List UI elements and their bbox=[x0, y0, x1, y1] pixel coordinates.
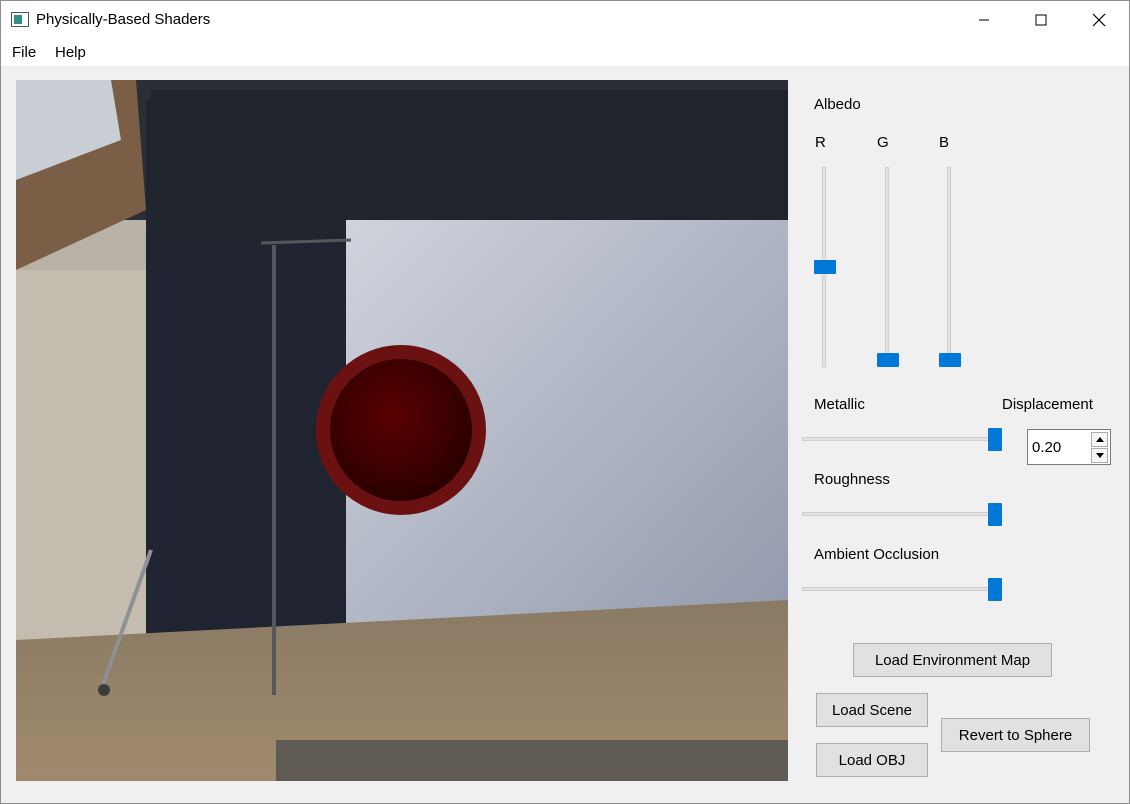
spin-down-button[interactable] bbox=[1091, 448, 1108, 463]
metallic-slider-thumb[interactable] bbox=[988, 428, 1002, 451]
metallic-track[interactable] bbox=[802, 437, 998, 441]
albedo-b-label: B bbox=[939, 134, 950, 151]
load-obj-button[interactable]: Load OBJ bbox=[816, 743, 928, 777]
maximize-button[interactable] bbox=[1012, 1, 1070, 38]
menu-bar: File Help bbox=[1, 38, 1129, 66]
spin-up-button[interactable] bbox=[1091, 432, 1108, 447]
app-window: Physically-Based Shaders File Help Albed… bbox=[0, 0, 1130, 804]
minimize-button[interactable] bbox=[955, 1, 1013, 38]
minimize-icon bbox=[979, 19, 989, 20]
displacement-value[interactable]: 0.20 bbox=[1032, 439, 1061, 456]
roughness-track[interactable] bbox=[802, 512, 998, 516]
albedo-g-label: G bbox=[877, 134, 889, 151]
scene-render bbox=[16, 80, 788, 781]
render-viewport[interactable] bbox=[16, 80, 788, 781]
albedo-r-slider-thumb[interactable] bbox=[814, 260, 836, 274]
albedo-b-track[interactable] bbox=[947, 167, 951, 367]
title-bar: Physically-Based Shaders bbox=[1, 1, 1129, 38]
close-button[interactable] bbox=[1070, 1, 1128, 38]
ao-track[interactable] bbox=[802, 587, 998, 591]
albedo-g-track[interactable] bbox=[885, 167, 889, 367]
displacement-spinbox[interactable]: 0.20 bbox=[1027, 429, 1111, 465]
load-environment-map-button[interactable]: Load Environment Map bbox=[853, 643, 1052, 677]
albedo-g-slider-thumb[interactable] bbox=[877, 353, 899, 367]
close-icon bbox=[1092, 13, 1106, 26]
roughness-slider-thumb[interactable] bbox=[988, 503, 1002, 526]
load-scene-button[interactable]: Load Scene bbox=[816, 693, 928, 727]
app-icon bbox=[11, 12, 29, 27]
window-title: Physically-Based Shaders bbox=[36, 11, 211, 28]
ao-slider-thumb[interactable] bbox=[988, 578, 1002, 601]
displacement-label: Displacement bbox=[1002, 396, 1093, 413]
ao-label: Ambient Occlusion bbox=[814, 546, 940, 563]
menu-file[interactable]: File bbox=[12, 44, 36, 61]
albedo-label: Albedo bbox=[814, 96, 861, 113]
roughness-label: Roughness bbox=[814, 471, 890, 488]
revert-to-sphere-button[interactable]: Revert to Sphere bbox=[941, 718, 1090, 752]
albedo-r-label: R bbox=[815, 134, 826, 151]
maximize-icon bbox=[1035, 14, 1047, 25]
albedo-b-slider-thumb[interactable] bbox=[939, 353, 961, 367]
menu-help[interactable]: Help bbox=[55, 44, 86, 61]
arrow-up-icon bbox=[1095, 437, 1104, 442]
arrow-down-icon bbox=[1095, 453, 1104, 458]
metallic-label: Metallic bbox=[814, 396, 865, 413]
